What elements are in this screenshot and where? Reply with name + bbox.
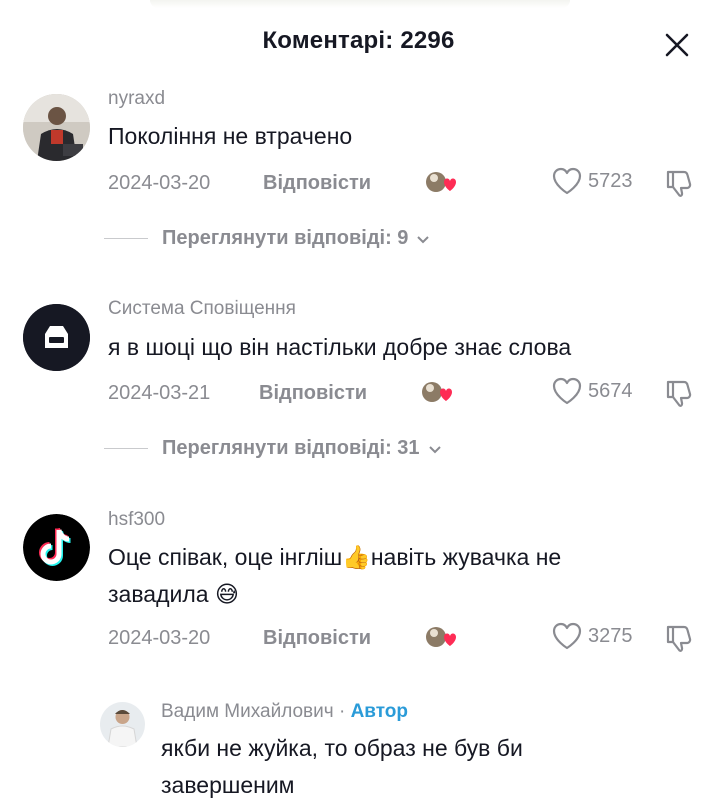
user-photo-icon [100, 702, 145, 747]
system-inbox-icon [23, 304, 90, 371]
view-replies-button[interactable]: Переглянути відповіді: 31 [104, 437, 444, 460]
avatar[interactable] [23, 304, 90, 371]
like-count: 5674 [588, 379, 633, 402]
view-replies-label: Переглянути відповіді: 31 [162, 437, 420, 459]
avatar[interactable] [100, 702, 145, 747]
comment-date: 2024-03-20 [108, 172, 211, 194]
comment-text: я в шоці що він настільки добре знає сло… [108, 334, 572, 360]
chevron-down-icon [417, 235, 430, 243]
heart-icon [552, 377, 582, 405]
user-photo-icon [23, 94, 90, 161]
reply-text-line-2: завершеним [161, 772, 295, 798]
reply-button[interactable]: Відповісти [263, 172, 371, 195]
comment-date: 2024-03-21 [108, 382, 211, 404]
comment-text-line-2: завадила 😅 [108, 581, 239, 607]
comment-username[interactable]: hsf300 [108, 509, 165, 531]
tiktok-logo-icon [23, 514, 90, 581]
comment-username[interactable]: nyraxd [108, 88, 165, 110]
divider [104, 238, 148, 239]
like-button[interactable]: 5674 [552, 377, 633, 405]
creator-liked-icon [422, 382, 452, 402]
close-icon [665, 33, 689, 57]
like-button[interactable]: 5723 [552, 167, 633, 195]
creator-liked-icon [426, 627, 456, 647]
divider [104, 448, 148, 449]
view-replies-label: Переглянути відповіді: 9 [162, 227, 409, 249]
reply-text-line-1: якби не жуйка, то образ не був би [161, 735, 523, 761]
comment-date: 2024-03-20 [108, 627, 211, 649]
reply-button[interactable]: Відповісти [263, 627, 371, 650]
avatar[interactable] [23, 94, 90, 161]
avatar[interactable] [23, 514, 90, 581]
comment-text: Покоління не втрачено [108, 123, 353, 149]
like-count: 5723 [588, 169, 633, 192]
reply-button[interactable]: Відповісти [259, 382, 367, 405]
dislike-icon[interactable] [664, 168, 694, 198]
comment-text-line-1: Оце співак, оце інгліш👍навіть жувачка не [108, 544, 562, 570]
comments-sheet: Коментарі: 2296 nyraxd Покоління не втра… [0, 0, 717, 800]
dislike-icon[interactable] [664, 623, 694, 653]
heart-icon [552, 622, 582, 650]
reply-username[interactable]: Вадим Михайлович [161, 701, 334, 722]
close-button[interactable] [660, 28, 694, 62]
creator-liked-icon [426, 172, 456, 192]
view-replies-button[interactable]: Переглянути відповіді: 9 [104, 227, 432, 250]
like-button[interactable]: 3275 [552, 622, 633, 650]
comment-username[interactable]: Система Сповіщення [108, 298, 296, 320]
comments-title: Коментарі: 2296 [262, 27, 455, 54]
video-peek [150, 0, 570, 8]
like-count: 3275 [588, 624, 633, 647]
separator-dot: · [333, 701, 351, 722]
reply-username-line: Вадим Михайлович · Автор [161, 701, 408, 723]
chevron-down-icon [428, 445, 441, 453]
author-badge: Автор [350, 701, 408, 722]
dislike-icon[interactable] [664, 378, 694, 408]
heart-icon [552, 167, 582, 195]
